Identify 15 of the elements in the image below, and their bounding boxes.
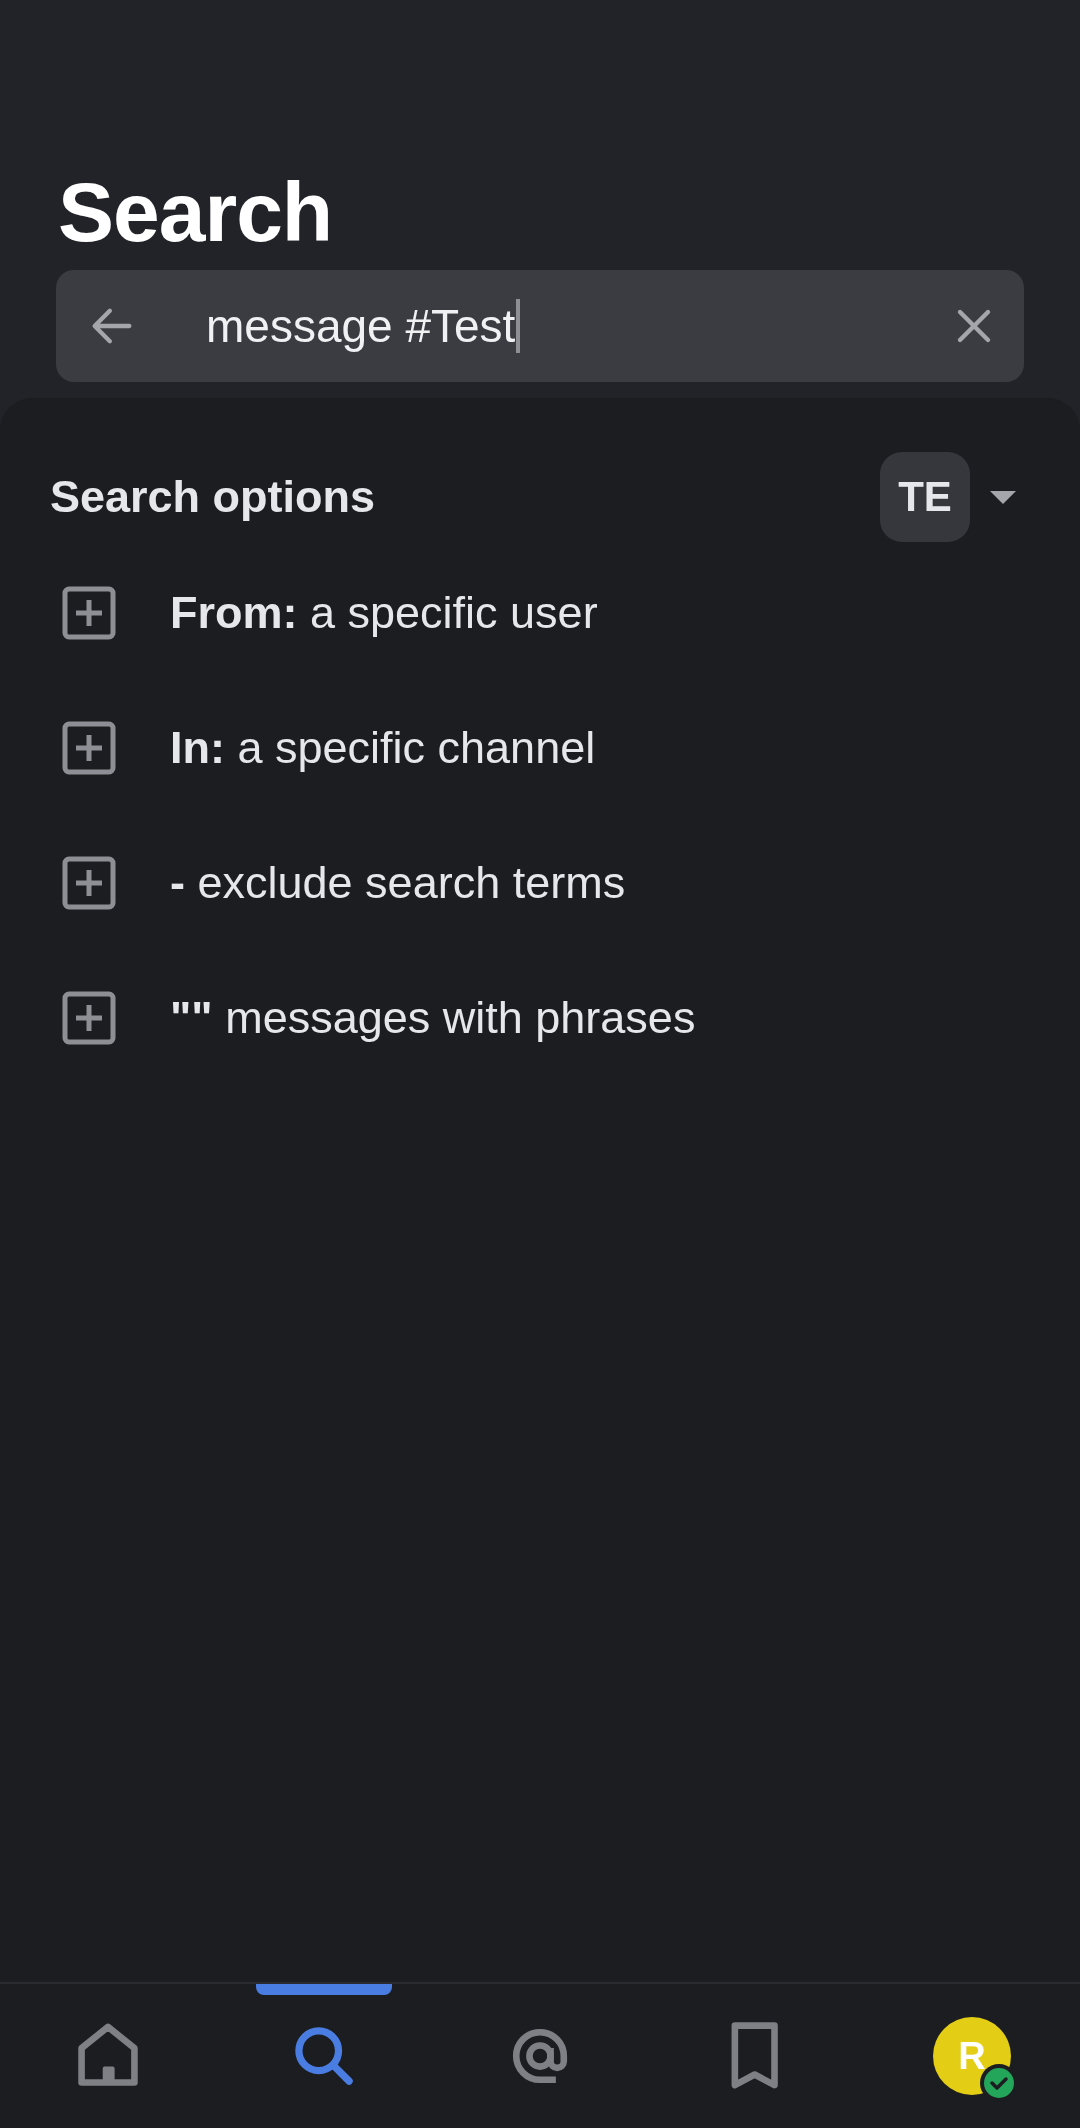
add-filter-icon[interactable] xyxy=(62,856,116,910)
page-title: Search xyxy=(58,168,334,256)
search-field[interactable]: message #Test xyxy=(206,296,950,356)
search-option[interactable]: From: a specific user xyxy=(170,587,598,639)
avatar-initial: R xyxy=(958,2034,986,2078)
search-option[interactable]: In: a specific channel xyxy=(170,722,596,774)
add-filter-icon[interactable] xyxy=(62,586,116,640)
caret-icon[interactable] xyxy=(988,489,1018,505)
add-filter-icon[interactable] xyxy=(62,991,116,1045)
add-filter-icon[interactable] xyxy=(62,721,116,775)
search-option[interactable]: "" messages with phrases xyxy=(170,992,696,1044)
section-title: Search options xyxy=(50,471,376,523)
search-option[interactable]: - exclude search terms xyxy=(170,857,626,909)
server-selector[interactable]: TE xyxy=(880,452,970,542)
search-bar[interactable]: message #Test xyxy=(56,270,1024,382)
